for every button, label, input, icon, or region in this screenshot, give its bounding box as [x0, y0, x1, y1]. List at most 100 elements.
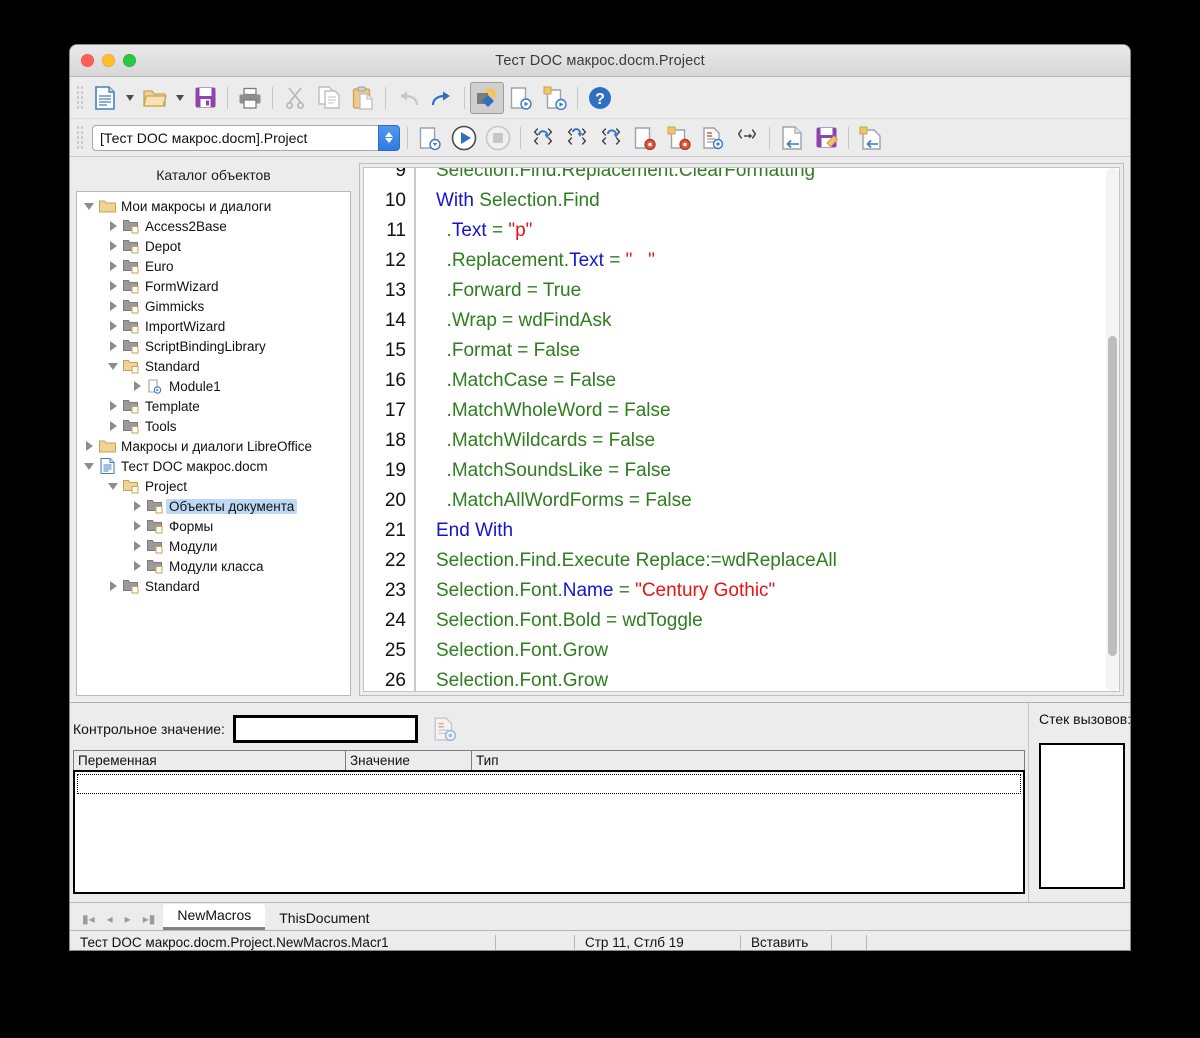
tree-expand-toggle[interactable] [82, 441, 96, 451]
tree-collapse-toggle[interactable] [106, 362, 120, 370]
code-line[interactable]: Selection.Font.Grow [436, 666, 1119, 691]
manage-breakpoints-button[interactable] [662, 122, 696, 154]
code-line[interactable]: Selection.Font.Name = "Century Gothic" [436, 576, 1119, 606]
import-dialog-button[interactable] [854, 122, 888, 154]
cut-button[interactable] [278, 82, 312, 114]
traffic-light-buttons[interactable] [81, 54, 136, 67]
tree-node[interactable]: Мои макросы и диалоги [77, 196, 350, 216]
tree-expand-toggle[interactable] [106, 221, 120, 231]
tree-node[interactable]: Standard [77, 576, 350, 596]
object-catalog-tree[interactable]: Мои макросы и диалоги Access2Base Depot Eur… [76, 191, 351, 696]
tree-node[interactable]: Макросы и диалоги LibreOffice [77, 436, 350, 456]
first-page-icon[interactable]: ▮◂ [82, 912, 95, 926]
tree-node[interactable]: Access2Base [77, 216, 350, 236]
tree-expand-toggle[interactable] [130, 521, 144, 531]
code-vertical-scrollbar[interactable] [1106, 168, 1119, 691]
tree-node[interactable]: Tools [77, 416, 350, 436]
code-line[interactable]: .Forward = True [436, 276, 1119, 306]
tree-expand-toggle[interactable] [106, 401, 120, 411]
redo-button[interactable] [425, 82, 459, 114]
tree-node[interactable]: Модули класса [77, 556, 350, 576]
tree-expand-toggle[interactable] [130, 381, 144, 391]
print-button[interactable] [233, 82, 267, 114]
code-line[interactable]: .Text = "p" [436, 216, 1119, 246]
save-document-button[interactable] [188, 82, 222, 114]
stop-button[interactable] [481, 122, 515, 154]
tree-collapse-toggle[interactable] [82, 202, 96, 210]
tree-expand-toggle[interactable] [106, 301, 120, 311]
code-line[interactable]: .MatchCase = False [436, 366, 1119, 396]
paste-button[interactable] [346, 82, 380, 114]
code-line[interactable]: With Selection.Find [436, 186, 1119, 216]
library-combo-stepper[interactable] [378, 124, 400, 151]
code-line[interactable]: .Replacement.Text = " " [436, 246, 1119, 276]
add-watch-button[interactable] [696, 122, 730, 154]
toolbar-grip[interactable] [76, 84, 84, 111]
watch-input[interactable] [232, 715, 418, 743]
tree-node[interactable]: Тест DOC макрос.docm [77, 456, 350, 476]
tree-collapse-toggle[interactable] [106, 482, 120, 490]
code-line[interactable]: .MatchWildcards = False [436, 426, 1119, 456]
watch-grid-focus-row[interactable] [77, 774, 1021, 794]
tree-node[interactable]: Gimmicks [77, 296, 350, 316]
step-over-button[interactable] [526, 122, 560, 154]
import-basic-button[interactable] [775, 122, 809, 154]
tree-expand-toggle[interactable] [130, 541, 144, 551]
insert-procedure-button[interactable] [730, 122, 764, 154]
watch-grid[interactable]: Переменная Значение Тип [73, 750, 1025, 894]
tree-node[interactable]: ScriptBindingLibrary [77, 336, 350, 356]
prev-page-icon[interactable]: ◂ [107, 912, 113, 926]
new-document-button[interactable] [88, 82, 122, 114]
run-button[interactable] [447, 122, 481, 154]
tree-expand-toggle[interactable] [106, 321, 120, 331]
tab-thisdocument[interactable]: ThisDocument [265, 907, 383, 930]
tree-expand-toggle[interactable] [106, 241, 120, 251]
tree-collapse-toggle[interactable] [82, 462, 96, 470]
code-text-area[interactable]: Selection.Find.Replacement.ClearFormatti… [416, 168, 1119, 691]
undo-button[interactable] [391, 82, 425, 114]
code-line[interactable]: .MatchWholeWord = False [436, 396, 1119, 426]
code-line[interactable]: .MatchSoundsLike = False [436, 456, 1119, 486]
select-macro-button[interactable] [470, 81, 504, 114]
column-header-type[interactable]: Тип [472, 751, 1024, 770]
code-line[interactable]: Selection.Find.Execute Replace:=wdReplac… [436, 546, 1119, 576]
toolbar-grip[interactable] [76, 124, 84, 151]
tree-node[interactable]: Module1 [77, 376, 350, 396]
compile-button[interactable] [413, 122, 447, 154]
code-editor[interactable]: 9 10 11 12 13 14 15 16 17 18 19 20 21 22 23 24 25 26 Sele… [363, 167, 1120, 692]
tree-node[interactable]: Template [77, 396, 350, 416]
tree-expand-toggle[interactable] [106, 261, 120, 271]
zoom-window-button[interactable] [123, 54, 136, 67]
tree-expand-toggle[interactable] [130, 501, 144, 511]
step-out-button[interactable] [594, 122, 628, 154]
toggle-breakpoint-button[interactable] [628, 122, 662, 154]
tree-node[interactable]: Euro [77, 256, 350, 276]
code-line[interactable]: End With [436, 516, 1119, 546]
watch-grid-body[interactable] [73, 770, 1025, 894]
code-line[interactable]: Selection.Find.Replacement.ClearFormatti… [436, 168, 1119, 186]
tree-node[interactable]: FormWizard [77, 276, 350, 296]
last-page-icon[interactable]: ▸▮ [143, 912, 156, 926]
step-into-button[interactable] [560, 122, 594, 154]
code-line[interactable]: Selection.Font.Bold = wdToggle [436, 606, 1119, 636]
library-combo[interactable]: [Тест DOC макрос.docm].Project [92, 124, 400, 151]
tree-expand-toggle[interactable] [106, 421, 120, 431]
tree-node[interactable]: Depot [77, 236, 350, 256]
code-line[interactable]: .Wrap = wdFindAsk [436, 306, 1119, 336]
tree-expand-toggle[interactable] [106, 581, 120, 591]
remove-watch-button[interactable] [428, 714, 462, 744]
tree-node[interactable]: Модули [77, 536, 350, 556]
code-line[interactable]: Selection.Font.Grow [436, 636, 1119, 666]
tree-node[interactable]: Объекты документа [77, 496, 350, 516]
tree-expand-toggle[interactable] [130, 561, 144, 571]
tab-newmacros[interactable]: NewMacros [163, 904, 266, 930]
tree-node[interactable]: Standard [77, 356, 350, 376]
call-stack-list[interactable] [1039, 743, 1126, 889]
code-line[interactable]: .MatchAllWordForms = False [436, 486, 1119, 516]
run-dialog-button[interactable] [538, 82, 572, 114]
column-header-value[interactable]: Значение [346, 751, 472, 770]
open-document-button[interactable] [138, 82, 172, 114]
compile-module-button[interactable] [504, 82, 538, 114]
tree-node[interactable]: Project [77, 476, 350, 496]
column-header-variable[interactable]: Переменная [74, 751, 346, 770]
